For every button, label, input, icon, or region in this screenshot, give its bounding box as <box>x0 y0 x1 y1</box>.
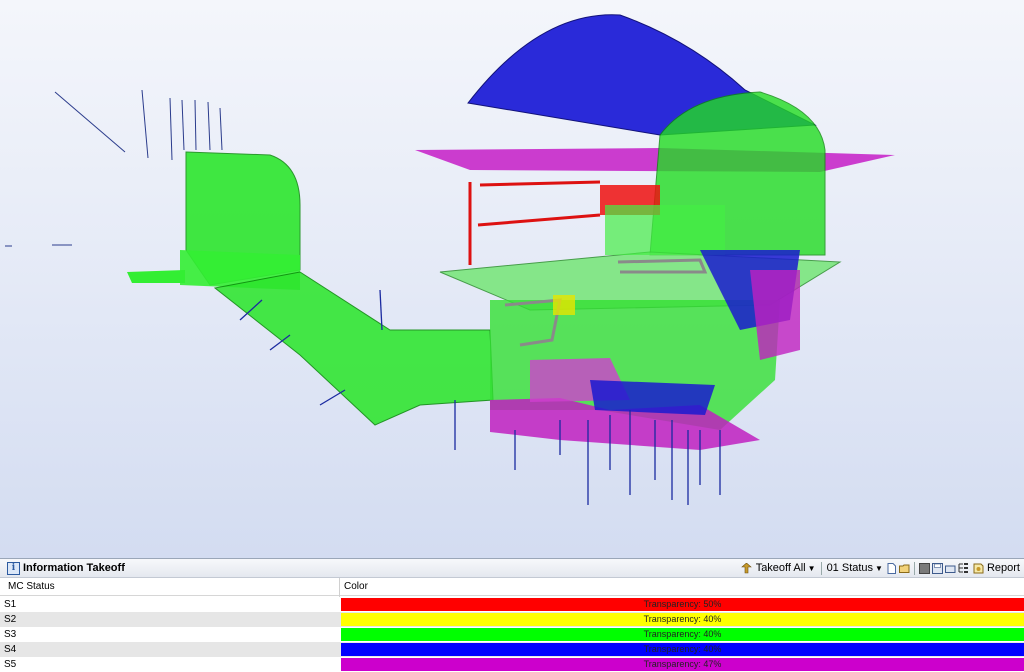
table-row[interactable]: S4 Transparency: 40% <box>0 642 1024 657</box>
mc-status-cell: S3 <box>4 629 17 640</box>
panel-header: i Information Takeoff Takeoff All ▼ 01 S… <box>0 559 1024 578</box>
report-icon <box>973 563 984 573</box>
panel-toolbar: Takeoff All ▼ 01 Status ▼ Report <box>738 560 1022 576</box>
takeoff-all-label: Takeoff All <box>755 562 806 574</box>
takeoff-icon <box>740 562 752 573</box>
takeoff-all-button[interactable]: Takeoff All ▼ <box>738 560 818 576</box>
save-icon[interactable] <box>931 562 943 574</box>
table-row[interactable]: S2 Transparency: 40% <box>0 612 1024 627</box>
new-document-icon[interactable] <box>886 562 897 574</box>
color-swatch-cell[interactable]: Transparency: 40% <box>341 613 1024 626</box>
open-folder-icon[interactable] <box>898 563 910 574</box>
chevron-down-icon: ▼ <box>807 563 816 573</box>
table-row[interactable]: S1 Transparency: 50% <box>0 597 1024 612</box>
toolbar-divider <box>913 561 915 575</box>
color-swatch-cell[interactable]: Transparency: 40% <box>341 643 1024 656</box>
mc-status-cell: S5 <box>4 659 17 670</box>
status-select-value: 01 Status <box>826 562 874 574</box>
table-row[interactable]: S3 Transparency: 40% <box>0 627 1024 642</box>
blue-slab <box>590 380 715 415</box>
information-takeoff-panel: i Information Takeoff Takeoff All ▼ 01 S… <box>0 558 1024 672</box>
column-header-color[interactable]: Color <box>344 581 368 592</box>
color-swatch-cell[interactable]: Transparency: 40% <box>341 628 1024 641</box>
green-arm <box>127 270 185 283</box>
folder-icon[interactable] <box>944 563 956 574</box>
table-header: MC Status Color <box>0 578 1024 596</box>
panel-title: Information Takeoff <box>23 562 125 574</box>
grid-icon[interactable] <box>918 562 930 574</box>
yellow-block <box>553 295 575 315</box>
report-label: Report <box>986 562 1020 574</box>
color-swatch-cell[interactable]: Transparency: 47% <box>341 658 1024 671</box>
info-icon: i <box>7 562 20 575</box>
status-select[interactable]: 01 Status ▼ <box>825 560 885 576</box>
3d-model-render[interactable] <box>0 0 1024 558</box>
3d-viewport[interactable] <box>0 0 1024 558</box>
mc-status-cell: S2 <box>4 614 17 625</box>
red-pipes <box>468 180 601 265</box>
green-ramp <box>213 271 494 426</box>
tree-view-icon[interactable] <box>958 562 969 574</box>
chevron-down-icon: ▼ <box>875 563 883 573</box>
green-core <box>605 205 725 255</box>
report-button[interactable]: Report <box>970 560 1022 576</box>
mc-status-cell: S1 <box>4 599 17 610</box>
color-swatch-cell[interactable]: Transparency: 50% <box>341 598 1024 611</box>
column-header-mc-status[interactable]: MC Status <box>8 581 55 592</box>
mc-status-cell: S4 <box>4 644 17 655</box>
toolbar-divider <box>820 561 822 575</box>
